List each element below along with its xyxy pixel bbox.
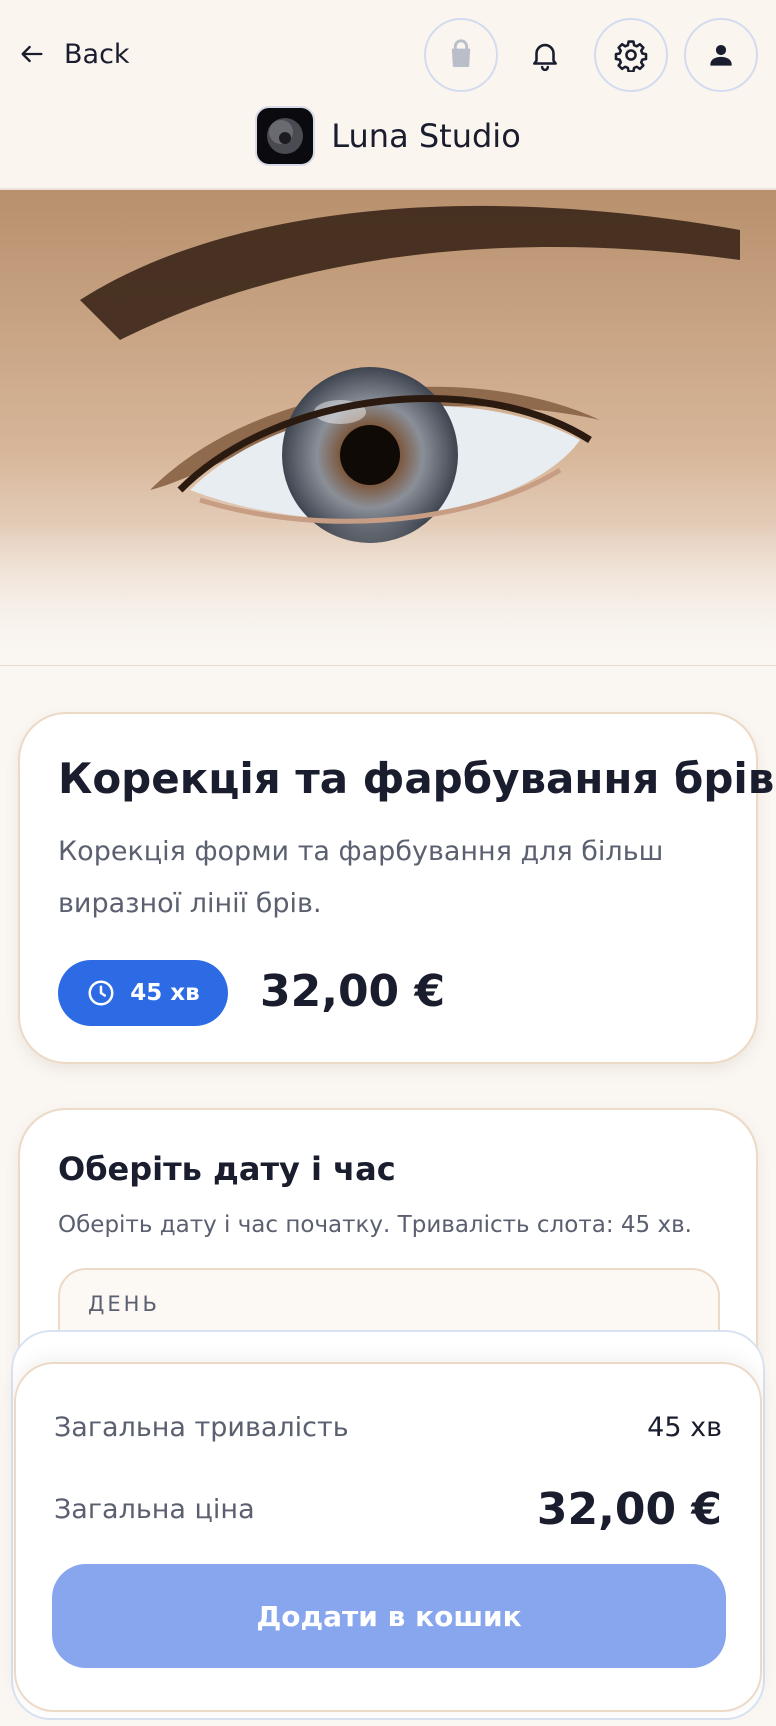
service-card: Корекція та фарбування брів Корекція фор… [18, 712, 774, 1064]
user-icon [710, 44, 732, 66]
total-duration-row: Загальна тривалість 45 хв [54, 1402, 722, 1452]
profile-button[interactable] [684, 18, 758, 92]
brand-logo [255, 106, 316, 166]
date-time-title: Оберіть дату і час [58, 1150, 396, 1188]
bell-icon [533, 43, 557, 72]
day-label: ДЕНЬ [88, 1292, 160, 1316]
back-label: Back [64, 38, 130, 70]
date-time-subtitle: Оберіть дату і час початку. Тривалість с… [58, 1212, 692, 1238]
summary-sheet: Загальна тривалість 45 хв Загальна ціна … [14, 1362, 762, 1712]
total-duration-value: 45 хв [647, 1411, 722, 1443]
service-hero-image [0, 190, 776, 666]
service-price: 32,00 € [260, 966, 446, 1017]
shopping-bag-icon [451, 39, 471, 68]
total-duration-label: Загальна тривалість [54, 1411, 349, 1443]
settings-button[interactable] [594, 18, 668, 92]
cart-button[interactable] [424, 18, 498, 92]
service-description: Корекція форми та фарбування для більш в… [58, 836, 664, 919]
clock-icon [88, 980, 114, 1006]
total-price-row: Загальна ціна 32,00 € [54, 1474, 722, 1544]
duration-badge: 45 хв [58, 960, 228, 1026]
arrow-left-icon [21, 45, 43, 63]
gear-icon [614, 40, 648, 72]
duration-text: 45 хв [130, 980, 200, 1006]
app-header: Back Luna Studio [0, 0, 776, 190]
brand: Luna Studio [0, 106, 776, 166]
back-button[interactable]: Back [18, 34, 130, 74]
add-to-cart-button[interactable]: Додати в кошик [52, 1564, 726, 1668]
service-title: Корекція та фарбування брів [58, 754, 775, 803]
brand-name: Luna Studio [331, 117, 521, 155]
total-price-value: 32,00 € [536, 1483, 722, 1535]
total-price-label: Загальна ціна [54, 1493, 255, 1525]
notifications-button[interactable] [508, 18, 582, 92]
